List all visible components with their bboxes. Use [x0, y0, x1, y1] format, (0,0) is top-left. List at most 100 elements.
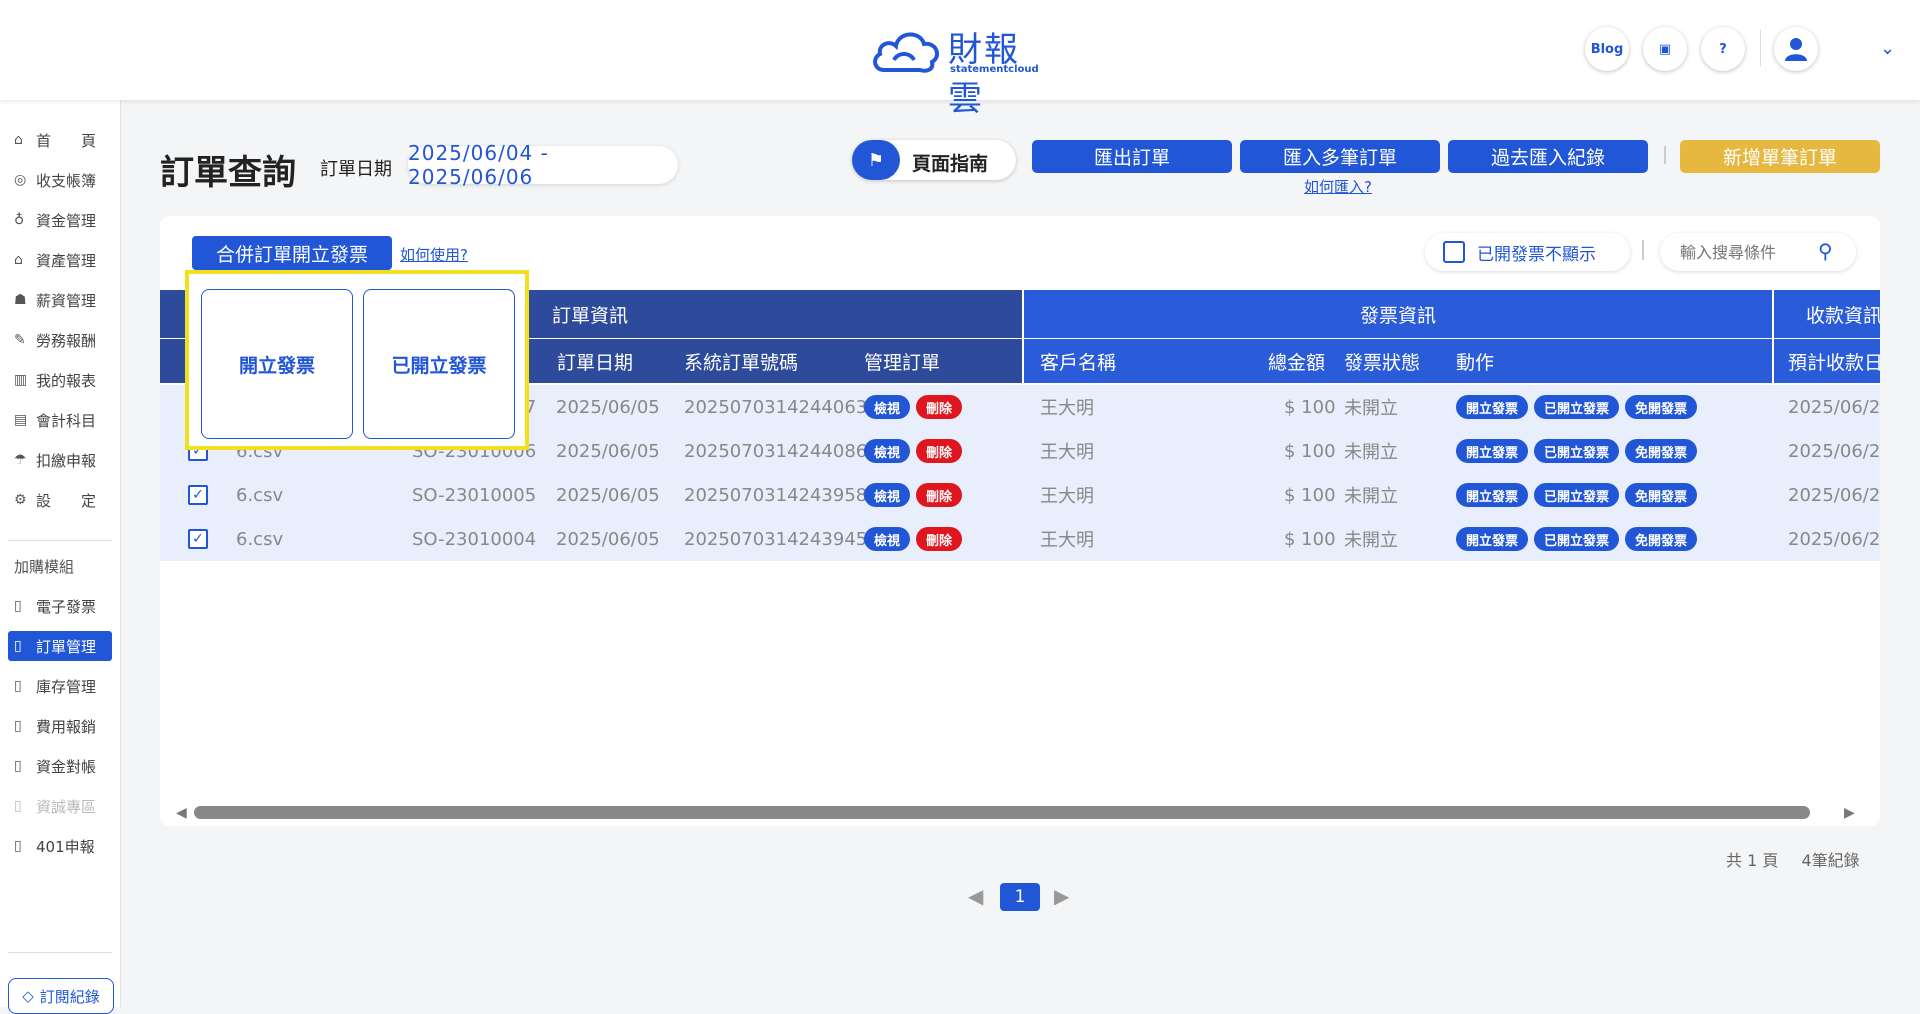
sidebar-module-expense[interactable]: ▯ 費用報銷 — [8, 711, 112, 741]
chevron-down-icon[interactable]: ⌄ — [1880, 38, 1895, 59]
filter-divider — [1642, 240, 1644, 260]
col-amount: 總金額 — [1268, 351, 1326, 374]
sidebar-item-ledger[interactable]: ▤ 會計科目 — [8, 405, 112, 435]
search-input[interactable] — [1678, 242, 1822, 263]
sidebar-item-report[interactable]: ▥ 我的報表 — [8, 365, 112, 395]
sidebar-module-inventory[interactable]: ▯ 庫存管理 — [8, 671, 112, 701]
hide-issued-checkbox[interactable] — [1443, 241, 1465, 263]
sidebar-item-home[interactable]: ⌂ 首 頁 — [8, 125, 112, 155]
sidebar-item-settings[interactable]: ⚙ 設 定 — [8, 485, 112, 515]
sidebar-module-reconcile[interactable]: ▯ 資金對帳 — [8, 751, 112, 781]
sidebar-module-label: 訂單管理 — [36, 637, 97, 656]
ledger-icon: ▤ — [14, 412, 28, 428]
blog-button[interactable]: Blog — [1585, 27, 1629, 71]
sidebar-module-vat[interactable]: ▯ 401申報 — [8, 831, 112, 861]
prev-page-icon[interactable]: ◀ — [968, 884, 983, 908]
issued-invoice-button[interactable]: 已開立發票 — [1534, 483, 1620, 507]
view-order-button[interactable]: 檢視 — [864, 527, 911, 551]
table-row[interactable]: ✓ 6.csv SO-23010004 2025/06/05 2025070314243… — [160, 517, 1880, 561]
delete-order-button[interactable]: 刪除 — [916, 439, 963, 463]
table-row[interactable]: ✓ 6.csv SO-23010005 2025/06/05 2025070314243… — [160, 473, 1880, 517]
sidebar-item-label: 收支帳簿 — [36, 171, 97, 190]
scroll-right-icon[interactable]: ▶ — [1844, 805, 1855, 821]
issued-invoice-button[interactable]: 已開立發票 — [1534, 439, 1620, 463]
import-history-button[interactable]: 過去匯入紀錄 — [1448, 140, 1648, 173]
page-guide-label: 頁面指南 — [912, 153, 989, 175]
issue-invoice-button[interactable]: 開立發票 — [1456, 527, 1529, 551]
issued-invoice-button[interactable]: 已開立發票 — [1534, 395, 1620, 419]
total-amount: $ 100 — [1284, 440, 1336, 462]
help-chat-icon: ? — [1719, 41, 1727, 57]
invoice-info-group-header: 發票資訊 — [1024, 290, 1772, 338]
page-1-button[interactable]: 1 — [1000, 883, 1040, 911]
col-order-date: 訂單日期 — [557, 351, 634, 374]
subscription-records-button[interactable]: ◇ 訂閱紀錄 — [8, 978, 114, 1014]
date-range-picker[interactable]: 2025/06/04 - 2025/06/06 — [408, 141, 678, 189]
user-avatar-button[interactable] — [1774, 27, 1818, 71]
view-order-button[interactable]: 檢視 — [864, 395, 911, 419]
issue-invoice-button[interactable]: 開立發票 — [1456, 395, 1529, 419]
pagination-info: 共 1 頁 4筆紀錄 — [1726, 847, 1860, 871]
tutorial-video-button[interactable]: ▣ — [1643, 27, 1687, 71]
brand-logo[interactable]: 財報雲 statementcloud — [870, 22, 1050, 119]
issued-invoice-button[interactable]: 已開立發票 — [1534, 527, 1620, 551]
sidebar-module-order[interactable]: ▯ 訂單管理 — [8, 631, 112, 661]
payment-columns-header: 預計收款日 — [1774, 339, 1880, 383]
import-multi-orders-button[interactable]: 匯入多筆訂單 — [1240, 140, 1440, 173]
settings-icon: ⚙ — [14, 492, 27, 508]
sidebar-item-coin[interactable]: ◎ 收支帳簿 — [8, 165, 112, 195]
blog-label: Blog — [1590, 41, 1624, 57]
export-orders-button[interactable]: 匯出訂單 — [1032, 140, 1232, 173]
sidebar-item-fund[interactable]: ♁ 資金管理 — [8, 205, 112, 235]
help-chat-button[interactable]: ? — [1701, 27, 1745, 71]
user-icon — [1785, 38, 1807, 61]
exempt-invoice-button[interactable]: 免開發票 — [1625, 439, 1698, 463]
issue-invoice-button[interactable]: 開立發票 — [1456, 439, 1529, 463]
scrollbar-thumb[interactable] — [194, 806, 1810, 819]
issue-invoice-button[interactable]: 開立發票 — [1456, 483, 1529, 507]
sidebar-item-asset[interactable]: ⌂ 資產管理 — [8, 245, 112, 275]
view-order-button[interactable]: 檢視 — [864, 483, 911, 507]
scroll-left-icon[interactable]: ◀ — [176, 805, 187, 821]
expected-payment-date: 2025/06/23 — [1788, 396, 1880, 418]
order-date: 2025/06/05 — [556, 528, 660, 550]
signpost-icon: ⚑ — [852, 140, 900, 180]
popup-issued-invoice-button[interactable]: 已開立發票 — [363, 289, 515, 439]
top-header: 財報雲 statementcloud Blog ▣ ? ⌄ — [0, 0, 1920, 119]
exempt-invoice-button[interactable]: 免開發票 — [1625, 483, 1698, 507]
horizontal-scrollbar[interactable]: ◀ ▶ — [176, 805, 1856, 821]
search-icon[interactable]: ⚲ — [1818, 239, 1833, 263]
order-date: 2025/06/05 — [556, 484, 660, 506]
asset-icon: ⌂ — [14, 252, 23, 268]
page-guide-button[interactable]: ⚑ 頁面指南 — [852, 140, 1016, 180]
invoice-icon: ▯ — [14, 598, 22, 614]
sidebar-divider — [8, 540, 112, 541]
delete-order-button[interactable]: 刪除 — [916, 483, 963, 507]
sidebar-item-salary[interactable]: ☗ 薪資管理 — [8, 285, 112, 315]
delete-order-button[interactable]: 刪除 — [916, 395, 963, 419]
next-page-icon[interactable]: ▶ — [1054, 884, 1069, 908]
view-order-button[interactable]: 檢視 — [864, 439, 911, 463]
order-info-group-label: 訂單資訊 — [552, 304, 629, 327]
row-checkbox[interactable]: ✓ — [188, 485, 208, 505]
hide-issued-filter[interactable]: 已開發票不顯示 — [1425, 233, 1630, 271]
delete-order-button[interactable]: 刪除 — [916, 527, 963, 551]
sidebar-module-invoice[interactable]: ▯ 電子發票 — [8, 591, 112, 621]
popup-issue-invoice-button[interactable]: 開立發票 — [201, 289, 353, 439]
exempt-invoice-button[interactable]: 免開發票 — [1625, 527, 1698, 551]
video-book-icon: ▣ — [1658, 41, 1672, 57]
add-single-order-button[interactable]: 新增單筆訂單 — [1680, 140, 1880, 173]
row-checkbox[interactable]: ✓ — [188, 529, 208, 549]
how-use-link[interactable]: 如何使用? — [400, 244, 468, 265]
expected-payment-date: 2025/06/22 — [1788, 528, 1880, 550]
sidebar-item-withholding[interactable]: ☂ 扣繳申報 — [8, 445, 112, 475]
col-system-no: 系統訂單號碼 — [684, 351, 799, 374]
pwc-icon: ▯ — [14, 798, 22, 814]
toolbar-divider — [1664, 146, 1666, 164]
order-number: SO-23010005 — [412, 484, 537, 506]
sidebar-item-labor[interactable]: ✎ 勞務報酬 — [8, 325, 112, 355]
merge-invoice-button[interactable]: 合併訂單開立發票 — [192, 236, 392, 270]
cloud-logo-icon — [873, 32, 940, 73]
how-import-link[interactable]: 如何匯入? — [1304, 176, 1372, 197]
exempt-invoice-button[interactable]: 免開發票 — [1625, 395, 1698, 419]
